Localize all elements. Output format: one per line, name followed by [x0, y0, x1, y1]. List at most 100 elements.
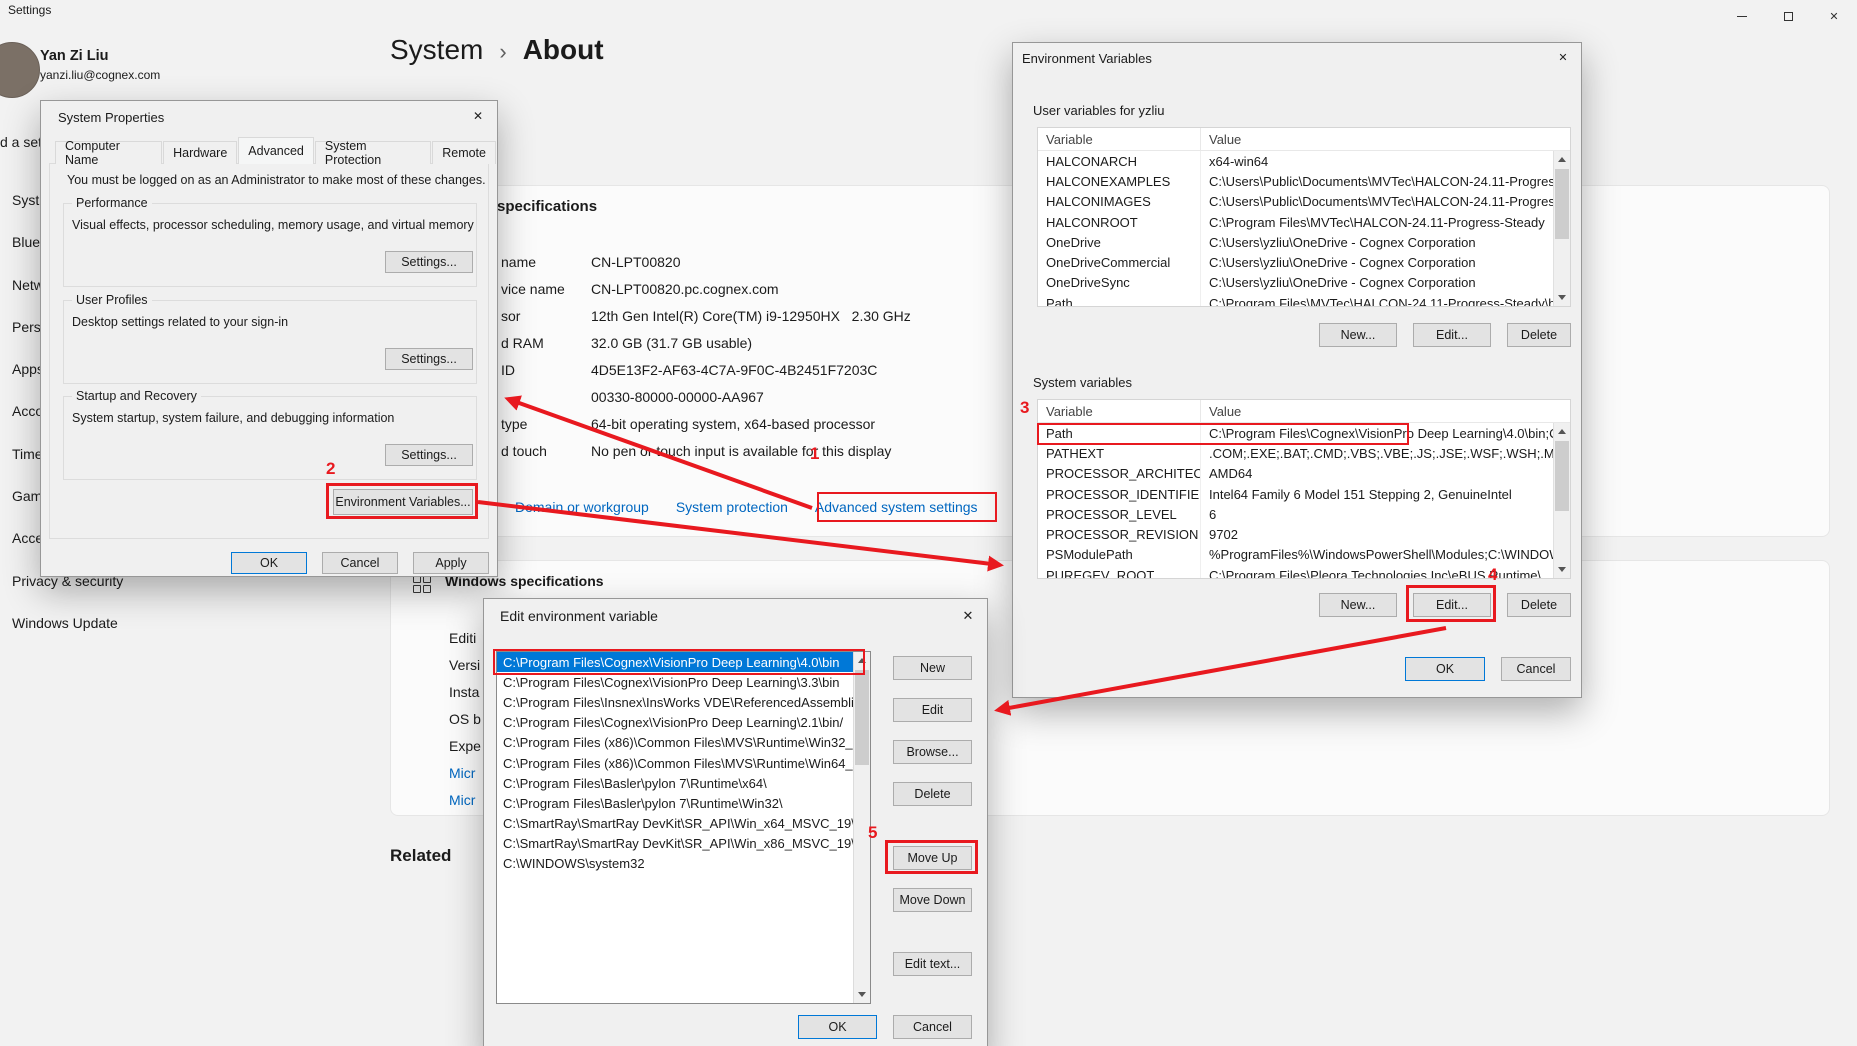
windows-specs-icon: [413, 575, 431, 593]
ok-button[interactable]: OK: [798, 1015, 877, 1039]
move-up-button[interactable]: Move Up: [893, 846, 972, 870]
env-row-pathext[interactable]: PATHEXT.COM;.EXE;.BAT;.CMD;.VBS;.VBE;.JS…: [1038, 443, 1553, 463]
scroll-down-icon: [1558, 567, 1566, 572]
tab-remote[interactable]: Remote: [432, 141, 496, 164]
env-row-puregev-root[interactable]: PUREGEV_ROOTC:\Program Files\Pleora Tech…: [1038, 565, 1553, 578]
avatar[interactable]: [0, 42, 40, 98]
path-list-item[interactable]: C:\SmartRay\SmartRay DevKit\SR_API\Win_x…: [497, 814, 853, 834]
edit-text-button[interactable]: Edit text...: [893, 952, 972, 976]
settings-button[interactable]: Settings...: [385, 348, 473, 370]
path-list-item[interactable]: C:\Program Files (x86)\Common Files\MVS\…: [497, 753, 853, 773]
ok-button[interactable]: OK: [231, 552, 307, 574]
env-value-cell: 6: [1201, 504, 1553, 524]
user-email: yanzi.liu@cognex.com: [40, 68, 160, 82]
ok-button[interactable]: OK: [1405, 657, 1485, 681]
sidebar-item-privacy-security[interactable]: Privacy & security: [12, 573, 182, 615]
spec-label-fragment: Versi: [449, 651, 481, 678]
close-icon[interactable]: ✕: [1546, 44, 1580, 70]
path-list-item[interactable]: C:\WINDOWS\system32: [497, 854, 853, 874]
scrollbar[interactable]: [1553, 423, 1570, 578]
env-row-onedrivesync[interactable]: OneDriveSyncC:\Users\yzliu\OneDrive - Co…: [1038, 273, 1553, 293]
path-list-item[interactable]: C:\Program Files\Basler\pylon 7\Runtime\…: [497, 773, 853, 793]
link-advanced-system-settings[interactable]: Advanced system settings: [815, 499, 978, 515]
spec-value: 32.0 GB (31.7 GB usable): [591, 335, 752, 351]
env-row-processor-identifier[interactable]: PROCESSOR_IDENTIFIERIntel64 Family 6 Mod…: [1038, 484, 1553, 504]
settings-link-fragment[interactable]: Micr: [449, 759, 481, 786]
cancel-button[interactable]: Cancel: [1501, 657, 1571, 681]
tab-system-protection[interactable]: System Protection: [315, 141, 431, 164]
user-name: Yan Zi Liu: [40, 48, 108, 64]
column-header-variable[interactable]: Variable: [1038, 400, 1201, 422]
cancel-button[interactable]: Cancel: [893, 1015, 972, 1039]
env-variable-cell: PUREGEV_ROOT: [1038, 565, 1201, 578]
system-variables-table: Variable Value PathC:\Program Files\Cogn…: [1037, 399, 1571, 579]
env-row-halconarch[interactable]: HALCONARCHx64-win64: [1038, 151, 1553, 171]
browse-button[interactable]: Browse...: [893, 740, 972, 764]
scroll-up-icon: [1558, 429, 1566, 434]
settings-button[interactable]: Settings...: [385, 251, 473, 273]
env-row-psmodulepath[interactable]: PSModulePath%ProgramFiles%\WindowsPowerS…: [1038, 545, 1553, 565]
env-row-path[interactable]: PathC:\Program Files\MVTec\HALCON-24.11-…: [1038, 293, 1553, 306]
column-header-variable[interactable]: Variable: [1038, 128, 1201, 150]
system-new-button[interactable]: New...: [1319, 593, 1397, 617]
close-icon[interactable]: ✕: [460, 102, 496, 130]
spec-value: 00330-80000-00000-AA967: [591, 389, 764, 405]
search-input[interactable]: d a set: [0, 134, 42, 150]
system-properties-dialog: System Properties ✕ Computer NameHardwar…: [40, 100, 498, 577]
cancel-button[interactable]: Cancel: [322, 552, 398, 574]
env-row-onedrivecommercial[interactable]: OneDriveCommercialC:\Users\yzliu\OneDriv…: [1038, 252, 1553, 272]
env-row-path[interactable]: PathC:\Program Files\Cognex\VisionPro De…: [1038, 423, 1553, 443]
close-icon[interactable]: ✕: [952, 602, 984, 630]
sidebar-item-windows-update[interactable]: Windows Update: [12, 615, 182, 657]
user-edit-button[interactable]: Edit...: [1413, 323, 1491, 347]
system-delete-button[interactable]: Delete: [1507, 593, 1571, 617]
env-row-processor-level[interactable]: PROCESSOR_LEVEL6: [1038, 504, 1553, 524]
column-header-value[interactable]: Value: [1201, 128, 1570, 150]
path-list-item[interactable]: C:\Program Files\Cognex\VisionPro Deep L…: [497, 652, 853, 672]
path-list-item[interactable]: C:\Program Files\Cognex\VisionPro Deep L…: [497, 672, 853, 692]
settings-window-title: Settings: [8, 3, 51, 17]
env-variable-cell: HALCONROOT: [1038, 212, 1201, 232]
tab-hardware[interactable]: Hardware: [163, 141, 237, 164]
env-row-onedrive[interactable]: OneDriveC:\Users\yzliu\OneDrive - Cognex…: [1038, 232, 1553, 252]
link-system-protection[interactable]: System protection: [676, 499, 788, 515]
edit-button[interactable]: Edit: [893, 698, 972, 722]
maximize-button[interactable]: [1765, 0, 1811, 32]
environment-variables-button[interactable]: Environment Variables...: [333, 489, 473, 515]
scrollbar[interactable]: [853, 652, 870, 1003]
column-header-value[interactable]: Value: [1201, 400, 1570, 422]
tab-computer-name[interactable]: Computer Name: [55, 141, 162, 164]
env-row-processor-revision[interactable]: PROCESSOR_REVISION9702: [1038, 524, 1553, 544]
path-list-item[interactable]: C:\SmartRay\SmartRay DevKit\SR_API\Win_x…: [497, 834, 853, 854]
env-row-halconimages[interactable]: HALCONIMAGESC:\Users\Public\Documents\MV…: [1038, 192, 1553, 212]
related-heading: Related: [390, 846, 451, 866]
env-variable-cell: OneDriveSync: [1038, 273, 1201, 293]
breadcrumb-parent[interactable]: System: [390, 34, 483, 66]
path-list-item[interactable]: C:\Program Files\Basler\pylon 7\Runtime\…: [497, 793, 853, 813]
move-down-button[interactable]: Move Down: [893, 888, 972, 912]
delete-button[interactable]: Delete: [893, 782, 972, 806]
spec-label: d RAM: [501, 335, 591, 351]
env-value-cell: %ProgramFiles%\WindowsPowerShell\Modules…: [1201, 545, 1553, 565]
path-list-item[interactable]: C:\Program Files\Insnex\InsWorks VDE\Ref…: [497, 692, 853, 712]
close-button[interactable]: ✕: [1811, 0, 1857, 32]
env-row-halconroot[interactable]: HALCONROOTC:\Program Files\MVTec\HALCON-…: [1038, 212, 1553, 232]
system-edit-button[interactable]: Edit...: [1413, 593, 1491, 617]
chevron-right-icon: ›: [499, 39, 506, 65]
scrollbar[interactable]: [1553, 151, 1570, 306]
tab-advanced[interactable]: Advanced: [238, 137, 314, 164]
env-row-processor-architectu[interactable]: PROCESSOR_ARCHITECTU...AMD64: [1038, 464, 1553, 484]
env-value-cell: C:\Program Files\Pleora Technologies Inc…: [1201, 565, 1553, 578]
settings-link-fragment[interactable]: Micr: [449, 786, 481, 813]
path-list-item[interactable]: C:\Program Files (x86)\Common Files\MVS\…: [497, 733, 853, 753]
user-delete-button[interactable]: Delete: [1507, 323, 1571, 347]
env-row-halconexamples[interactable]: HALCONEXAMPLESC:\Users\Public\Documents\…: [1038, 171, 1553, 191]
user-variables-table: Variable Value HALCONARCHx64-win64HALCON…: [1037, 127, 1571, 307]
minimize-button[interactable]: [1719, 0, 1765, 32]
link-domain-or-workgroup[interactable]: Domain or workgroup: [515, 499, 649, 515]
user-new-button[interactable]: New...: [1319, 323, 1397, 347]
path-list-item[interactable]: C:\Program Files\Cognex\VisionPro Deep L…: [497, 713, 853, 733]
new-button[interactable]: New: [893, 656, 972, 680]
settings-button[interactable]: Settings...: [385, 444, 473, 466]
apply-button[interactable]: Apply: [413, 552, 489, 574]
